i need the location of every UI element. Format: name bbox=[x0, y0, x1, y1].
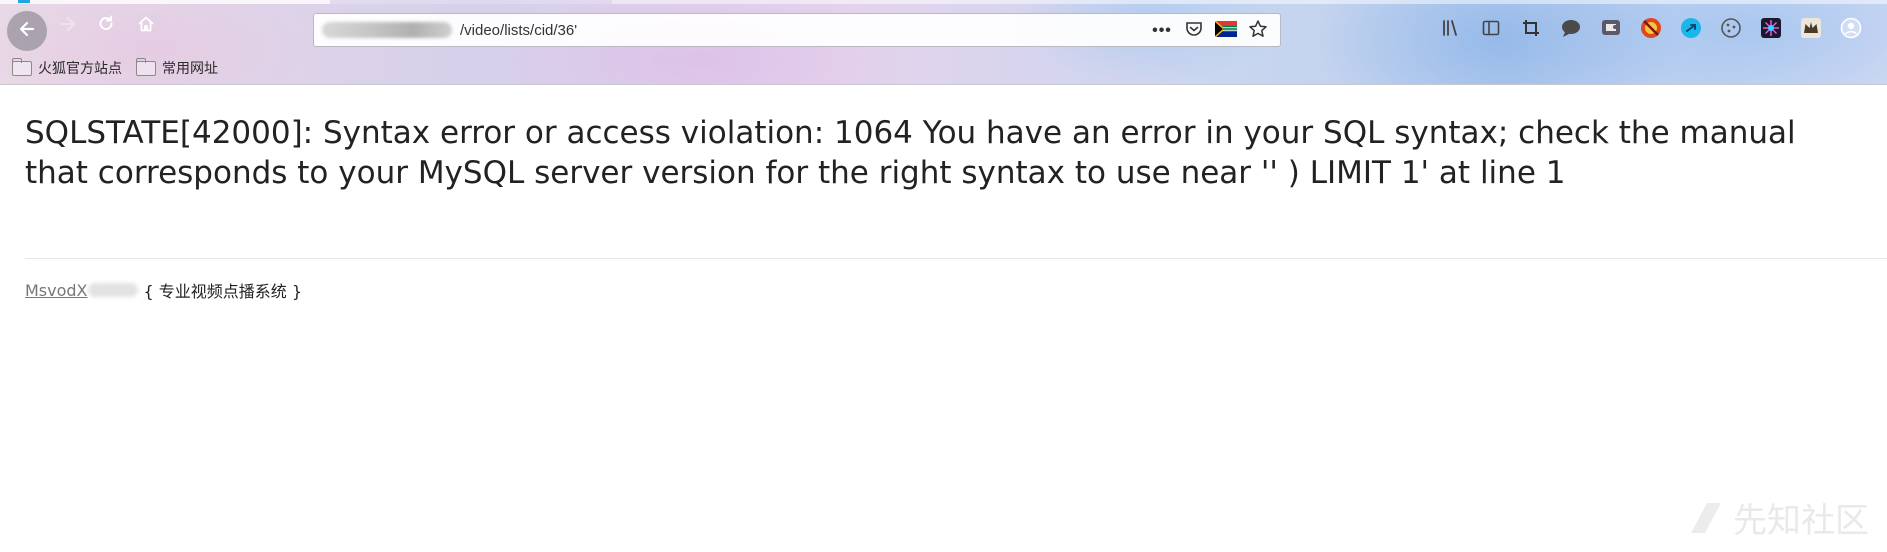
sidebar-icon bbox=[1481, 18, 1501, 43]
crop-button[interactable] bbox=[1516, 15, 1546, 45]
active-tab-indicator bbox=[18, 0, 30, 3]
sql-error-message: SQLSTATE[42000]: Syntax error or access … bbox=[25, 115, 1796, 191]
home-icon bbox=[136, 14, 156, 39]
sidebar-button[interactable] bbox=[1476, 15, 1506, 45]
bookmark-label: 火狐官方站点 bbox=[38, 60, 122, 76]
redacted-domain bbox=[322, 22, 452, 38]
screenshot-extension-button[interactable] bbox=[1596, 15, 1626, 45]
crop-icon bbox=[1521, 18, 1541, 43]
address-bar[interactable]: /video/lists/cid/36' ••• bbox=[313, 13, 1281, 47]
burst-extension-button[interactable] bbox=[1756, 15, 1786, 45]
page-actions-button[interactable]: ••• bbox=[1150, 19, 1174, 43]
bookmark-folder-firefox[interactable]: 火狐官方站点 bbox=[12, 57, 122, 78]
bookmark-star-button[interactable] bbox=[1246, 19, 1270, 43]
reload-icon bbox=[96, 14, 116, 39]
blocker-extension-button[interactable] bbox=[1636, 15, 1666, 45]
forward-arrow-icon bbox=[58, 14, 78, 39]
south-africa-flag-icon bbox=[1214, 19, 1237, 42]
star-icon bbox=[1248, 19, 1268, 44]
home-button[interactable] bbox=[130, 10, 162, 42]
account-icon bbox=[1840, 17, 1862, 44]
reload-button[interactable] bbox=[90, 10, 122, 42]
bookmark-label: 常用网址 bbox=[162, 60, 218, 76]
crown-extension-button[interactable] bbox=[1796, 15, 1826, 45]
pocket-icon bbox=[1185, 20, 1203, 43]
screenshot-icon bbox=[1600, 18, 1622, 43]
library-icon bbox=[1441, 18, 1461, 43]
tab-strip bbox=[0, 0, 1887, 4]
library-button[interactable] bbox=[1436, 15, 1466, 45]
watermark-text: 先知社区 bbox=[1733, 501, 1869, 541]
cookie-icon bbox=[1720, 17, 1742, 44]
forward-button[interactable] bbox=[52, 10, 84, 42]
bookmarks-toolbar: 火狐官方站点 常用网址 bbox=[12, 57, 218, 78]
cookie-extension-button[interactable] bbox=[1716, 15, 1746, 45]
chat-extension-button[interactable] bbox=[1556, 15, 1586, 45]
watermark: 先知社区 bbox=[1687, 493, 1869, 542]
burst-extension-icon bbox=[1760, 17, 1782, 44]
url-text: /video/lists/cid/36' bbox=[460, 22, 578, 39]
footer: MsvodX { 专业视频点播系统 } bbox=[25, 278, 302, 302]
divider bbox=[25, 258, 1887, 259]
footer-tagline: { 专业视频点播系统 } bbox=[143, 282, 303, 301]
folder-icon bbox=[12, 57, 32, 76]
blue-arrow-extension-icon bbox=[1680, 17, 1702, 44]
page-content: SQLSTATE[42000]: Syntax error or access … bbox=[0, 85, 1887, 193]
no-entry-icon bbox=[1640, 17, 1662, 44]
folder-icon bbox=[136, 57, 156, 76]
crown-extension-icon bbox=[1800, 17, 1822, 44]
redacted-version bbox=[87, 283, 138, 297]
flag-extension-button[interactable] bbox=[1214, 19, 1238, 43]
chat-bubble-icon bbox=[1560, 18, 1582, 43]
watermark-logo-icon bbox=[1687, 499, 1725, 537]
bookmark-folder-common[interactable]: 常用网址 bbox=[136, 57, 218, 78]
footer-product-link[interactable]: MsvodX bbox=[25, 281, 88, 300]
more-dots-icon: ••• bbox=[1152, 22, 1172, 39]
account-button[interactable] bbox=[1836, 15, 1866, 45]
back-arrow-icon bbox=[17, 19, 37, 44]
blue-extension-button[interactable] bbox=[1676, 15, 1706, 45]
toolbar-extensions bbox=[1436, 15, 1866, 45]
pocket-button[interactable] bbox=[1182, 19, 1206, 43]
back-button[interactable] bbox=[6, 10, 48, 52]
browser-chrome: /video/lists/cid/36' ••• 火狐官方站点 常用网址 bbox=[0, 0, 1887, 85]
